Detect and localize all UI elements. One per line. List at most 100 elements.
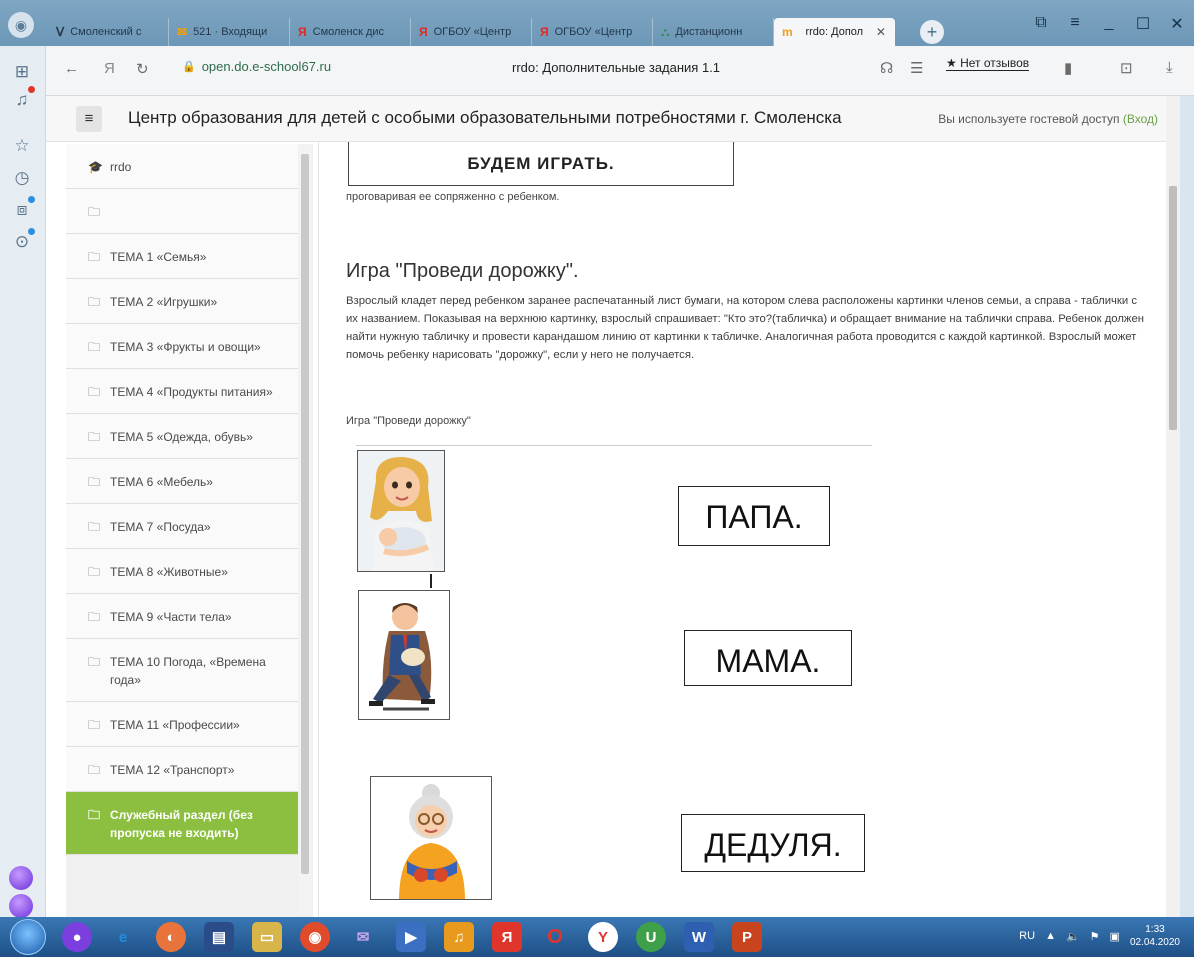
chrome-icon[interactable]: ◉ (300, 922, 330, 952)
flag-icon[interactable]: ⚑ (1090, 930, 1100, 943)
folder-icon: 🗀 (88, 385, 101, 399)
nav-course-link[interactable]: 🎓 rrdo (66, 144, 307, 189)
tab[interactable]: ᐯ Смоленский с (48, 18, 169, 46)
save-icon[interactable]: ▤ (204, 922, 234, 952)
nav-item[interactable]: 🗀 ТЕМА 2 «Игрушки» (66, 279, 307, 324)
bell-icon[interactable]: ♫ (10, 86, 35, 112)
close-window-icon[interactable]: ✕ (1160, 14, 1194, 34)
volume-icon[interactable]: 🔈 (1066, 930, 1080, 943)
nav-item[interactable]: 🗀 ТЕМА 11 «Профессии» (66, 702, 307, 747)
menu-icon[interactable]: ≡ (1058, 14, 1092, 34)
mother-picture (357, 450, 445, 572)
windows-taskbar: ● e ◐ ▤ ▭ ◉ ✉ ▶ ♫ Я O Y U W P RU ▲ 🔈 ⚑ ▣… (0, 917, 1194, 957)
nav-item[interactable]: 🗀 ТЕМА 12 «Транспорт» (66, 747, 307, 792)
content-divider (318, 142, 319, 917)
tabs-icon[interactable]: ⧉ (1024, 14, 1058, 34)
media-icon[interactable]: ▶ (396, 922, 426, 952)
opera-icon[interactable]: O (540, 922, 570, 952)
yandex-home-icon[interactable]: Я (104, 60, 115, 77)
page-scroll-thumb[interactable] (1169, 186, 1177, 430)
music-icon[interactable]: ♫ (444, 922, 474, 952)
nav-item[interactable]: 🗀 (66, 189, 307, 234)
tray-up-icon[interactable]: ▲ (1045, 930, 1056, 942)
folder-icon: 🗀 (88, 295, 101, 309)
network-icon[interactable]: ▣ (1110, 930, 1120, 943)
yandex-browser-icon[interactable]: Y (588, 922, 618, 952)
nav-item[interactable]: 🗀 ТЕМА 1 «Семья» (66, 234, 307, 279)
yandex-icon[interactable]: Я (492, 922, 522, 952)
login-link[interactable]: (Вход) (1123, 112, 1158, 126)
powerpoint-icon[interactable]: P (732, 922, 762, 952)
tab[interactable]: Я ОГБОУ «Центр (532, 18, 653, 46)
new-tab-button[interactable]: + (920, 20, 944, 44)
tab[interactable]: Я Смоленск дис (290, 18, 411, 46)
folder-icon: 🗀 (88, 718, 101, 732)
nav-item[interactable]: 🗀 ТЕМА 7 «Посуда» (66, 504, 307, 549)
alice-icon[interactable]: ● (62, 922, 92, 952)
grandmother-illustration (371, 777, 491, 899)
folder-icon: 🗀 (88, 520, 101, 534)
nav-item-active[interactable]: 🗀 Служебный раздел (без пропуска не входи… (66, 792, 307, 855)
nav-item[interactable]: 🗀 ТЕМА 3 «Фрукты и овощи» (66, 324, 307, 369)
extension-icon[interactable]: ⊡ (1120, 59, 1133, 77)
bookmark-icon[interactable]: ▮ (1064, 59, 1072, 77)
history-icon[interactable]: ◷ (10, 166, 34, 190)
apps-icon[interactable]: ⊞ (10, 60, 34, 84)
folder-icon[interactable]: ▭ (252, 922, 282, 952)
game-caption: Игра "Проведи дорожку" (346, 415, 471, 427)
reviews-link[interactable]: ★ Нет отзывов (946, 56, 1030, 71)
folder-icon: 🗀 (88, 565, 101, 579)
close-icon[interactable]: ✕ (876, 25, 886, 39)
alice-icon[interactable] (9, 866, 33, 890)
star-icon[interactable]: ☆ (10, 134, 34, 158)
nav-item[interactable]: 🗀 ТЕМА 6 «Мебель» (66, 459, 307, 504)
previous-text: проговаривая ее сопряженно с ребенком. (346, 191, 560, 203)
tab-list: ᐯ Смоленский с ✉ 521 · Входящи Я Смоленск д… (48, 18, 895, 46)
tab[interactable]: ✉ 521 · Входящи (169, 18, 290, 46)
tab[interactable]: Я ОГБОУ «Центр (411, 18, 532, 46)
back-icon[interactable]: ← (64, 60, 79, 77)
start-button[interactable] (10, 919, 46, 955)
url-field[interactable]: 🔒 open.do.e-school67.ru (182, 59, 331, 74)
headphones-icon[interactable]: ☊ (880, 59, 893, 77)
mother-illustration (358, 451, 444, 571)
nav-item[interactable]: 🗀 ТЕМА 5 «Одежда, обувь» (66, 414, 307, 459)
profile-icon[interactable]: ◉ (8, 12, 34, 38)
tab-active[interactable]: m rrdo: Допол ✕ (774, 18, 895, 46)
torrent-icon[interactable]: U (636, 922, 666, 952)
word-icon[interactable]: W (684, 922, 714, 952)
ie-icon[interactable]: e (108, 922, 138, 952)
download-icon[interactable]: ⤓ (1166, 59, 1173, 76)
clock[interactable]: 1:33 02.04.2020 (1130, 923, 1180, 949)
yandex-icon: Я (298, 25, 307, 39)
yandex-icon: Я (540, 25, 549, 39)
page-scrollbar[interactable] (1166, 96, 1180, 917)
folder-icon: 🗀 (88, 763, 101, 777)
nav-item[interactable]: 🗀 ТЕМА 10 Погода, «Времена года» (66, 639, 307, 702)
grandmother-picture (370, 776, 492, 900)
nav-item[interactable]: 🗀 ТЕМА 8 «Животные» (66, 549, 307, 594)
maximize-icon[interactable]: ☐ (1126, 14, 1160, 34)
firefox-icon[interactable]: ◐ (156, 922, 186, 952)
folder-icon: 🗀 (88, 430, 101, 444)
tab[interactable]: ⛬ Дистанционн (653, 18, 774, 46)
game-heading: Игра "Проведи дорожку". (346, 260, 579, 282)
play-icon[interactable]: ⊙ (10, 228, 35, 254)
mail-icon[interactable]: ✉ (348, 922, 378, 952)
hamburger-icon[interactable]: ≡ (76, 106, 102, 132)
folder-icon: 🗀 (88, 655, 101, 669)
language-indicator[interactable]: RU (1019, 930, 1035, 942)
reader-icon[interactable]: ☰ (910, 59, 923, 77)
system-tray: RU ▲ 🔈 ⚑ ▣ 1:33 02.04.2020 (1019, 923, 1180, 949)
drawer-scrollbar[interactable] (298, 144, 312, 914)
moodle-icon: m (782, 25, 793, 39)
notes-icon[interactable]: ⧈ (10, 196, 35, 222)
minimize-icon[interactable]: _ (1092, 14, 1126, 34)
nav-item[interactable]: 🗀 ТЕМА 9 «Части тела» (66, 594, 307, 639)
yandex-icon: Я (419, 25, 428, 39)
reload-icon[interactable]: ↻ (136, 60, 149, 78)
site-title: Центр образования для детей с особыми об… (128, 108, 842, 127)
alice-icon[interactable] (9, 894, 33, 918)
drawer-scroll-thumb[interactable] (301, 154, 309, 874)
nav-item[interactable]: 🗀 ТЕМА 4 «Продукты питания» (66, 369, 307, 414)
